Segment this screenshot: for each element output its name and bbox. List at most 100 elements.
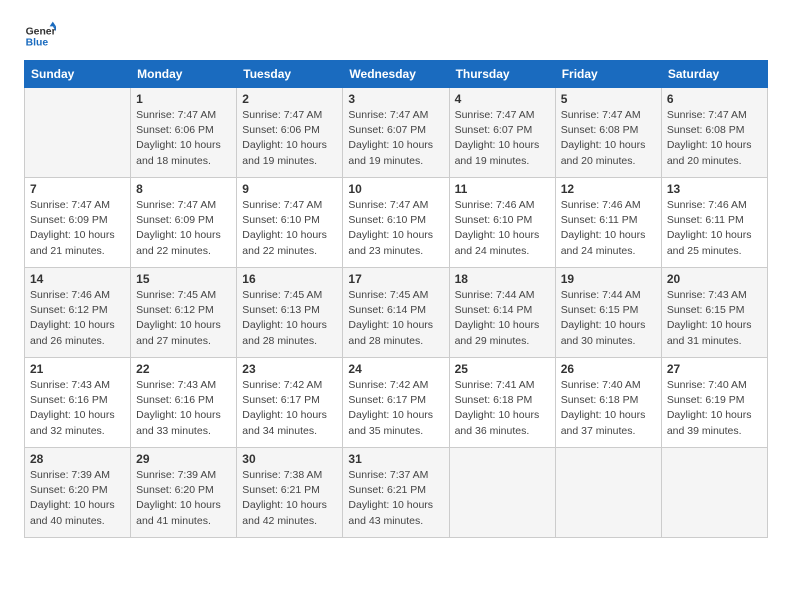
- day-info: Sunrise: 7:42 AM Sunset: 6:17 PM Dayligh…: [348, 378, 443, 439]
- day-info: Sunrise: 7:45 AM Sunset: 6:12 PM Dayligh…: [136, 288, 231, 349]
- day-number: 15: [136, 272, 231, 286]
- day-number: 22: [136, 362, 231, 376]
- day-number: 1: [136, 92, 231, 106]
- calendar-day-cell: 31 Sunrise: 7:37 AM Sunset: 6:21 PM Dayli…: [343, 448, 449, 538]
- calendar-day-cell: 19 Sunrise: 7:44 AM Sunset: 6:15 PM Dayli…: [555, 268, 661, 358]
- day-number: 18: [455, 272, 550, 286]
- day-info: Sunrise: 7:39 AM Sunset: 6:20 PM Dayligh…: [30, 468, 125, 529]
- day-info: Sunrise: 7:46 AM Sunset: 6:10 PM Dayligh…: [455, 198, 550, 259]
- calendar-day-cell: 1 Sunrise: 7:47 AM Sunset: 6:06 PM Daylig…: [131, 88, 237, 178]
- calendar-day-cell: 27Sunrise: 7:40 AM Sunset: 6:19 PM Dayli…: [661, 358, 767, 448]
- day-info: Sunrise: 7:47 AM Sunset: 6:08 PM Dayligh…: [561, 108, 656, 169]
- day-info: Sunrise: 7:47 AM Sunset: 6:06 PM Dayligh…: [242, 108, 337, 169]
- day-number: 24: [348, 362, 443, 376]
- calendar-day-cell: 5 Sunrise: 7:47 AM Sunset: 6:08 PM Daylig…: [555, 88, 661, 178]
- day-info: Sunrise: 7:44 AM Sunset: 6:15 PM Dayligh…: [561, 288, 656, 349]
- day-number: 12: [561, 182, 656, 196]
- calendar-day-cell: 15 Sunrise: 7:45 AM Sunset: 6:12 PM Dayli…: [131, 268, 237, 358]
- day-info: Sunrise: 7:42 AM Sunset: 6:17 PM Dayligh…: [242, 378, 337, 439]
- day-of-week-header: Saturday: [661, 61, 767, 88]
- day-of-week-header: Monday: [131, 61, 237, 88]
- calendar-day-cell: 29Sunrise: 7:39 AM Sunset: 6:20 PM Dayli…: [131, 448, 237, 538]
- calendar-day-cell: 6 Sunrise: 7:47 AM Sunset: 6:08 PM Daylig…: [661, 88, 767, 178]
- calendar-week-row: 7 Sunrise: 7:47 AM Sunset: 6:09 PM Daylig…: [25, 178, 768, 268]
- svg-text:Blue: Blue: [26, 38, 49, 49]
- day-of-week-header: Tuesday: [237, 61, 343, 88]
- calendar-day-cell: 24 Sunrise: 7:42 AM Sunset: 6:17 PM Dayli…: [343, 358, 449, 448]
- calendar-day-cell: 16 Sunrise: 7:45 AM Sunset: 6:13 PM Dayli…: [237, 268, 343, 358]
- day-number: 14: [30, 272, 125, 286]
- day-info: Sunrise: 7:37 AM Sunset: 6:21 PM Dayligh…: [348, 468, 443, 529]
- calendar-day-cell: 21 Sunrise: 7:43 AM Sunset: 6:16 PM Dayli…: [25, 358, 131, 448]
- day-number: 2: [242, 92, 337, 106]
- calendar-day-cell: 4 Sunrise: 7:47 AM Sunset: 6:07 PM Daylig…: [449, 88, 555, 178]
- day-number: 20: [667, 272, 762, 286]
- calendar-day-cell: 22 Sunrise: 7:43 AM Sunset: 6:16 PM Dayli…: [131, 358, 237, 448]
- day-info: Sunrise: 7:45 AM Sunset: 6:13 PM Dayligh…: [242, 288, 337, 349]
- day-of-week-header: Thursday: [449, 61, 555, 88]
- calendar-day-cell: 8 Sunrise: 7:47 AM Sunset: 6:09 PM Daylig…: [131, 178, 237, 268]
- day-info: Sunrise: 7:47 AM Sunset: 6:07 PM Dayligh…: [455, 108, 550, 169]
- day-number: 11: [455, 182, 550, 196]
- day-info: Sunrise: 7:47 AM Sunset: 6:10 PM Dayligh…: [242, 198, 337, 259]
- calendar-week-row: 14Sunrise: 7:46 AM Sunset: 6:12 PM Dayli…: [25, 268, 768, 358]
- day-of-week-header: Wednesday: [343, 61, 449, 88]
- day-info: Sunrise: 7:47 AM Sunset: 6:09 PM Dayligh…: [30, 198, 125, 259]
- day-info: Sunrise: 7:47 AM Sunset: 6:07 PM Dayligh…: [348, 108, 443, 169]
- day-info: Sunrise: 7:47 AM Sunset: 6:06 PM Dayligh…: [136, 108, 231, 169]
- calendar-day-cell: 7 Sunrise: 7:47 AM Sunset: 6:09 PM Daylig…: [25, 178, 131, 268]
- calendar-day-cell: 25Sunrise: 7:41 AM Sunset: 6:18 PM Dayli…: [449, 358, 555, 448]
- day-of-week-header: Friday: [555, 61, 661, 88]
- day-info: Sunrise: 7:43 AM Sunset: 6:16 PM Dayligh…: [136, 378, 231, 439]
- calendar-day-cell: 17Sunrise: 7:45 AM Sunset: 6:14 PM Dayli…: [343, 268, 449, 358]
- calendar-day-cell: 26 Sunrise: 7:40 AM Sunset: 6:18 PM Dayli…: [555, 358, 661, 448]
- calendar-day-cell: 2 Sunrise: 7:47 AM Sunset: 6:06 PM Daylig…: [237, 88, 343, 178]
- day-info: Sunrise: 7:47 AM Sunset: 6:08 PM Dayligh…: [667, 108, 762, 169]
- day-info: Sunrise: 7:47 AM Sunset: 6:09 PM Dayligh…: [136, 198, 231, 259]
- calendar-week-row: 28 Sunrise: 7:39 AM Sunset: 6:20 PM Dayli…: [25, 448, 768, 538]
- calendar-header-row: SundayMondayTuesdayWednesdayThursdayFrid…: [25, 61, 768, 88]
- day-number: 21: [30, 362, 125, 376]
- day-number: 10: [348, 182, 443, 196]
- day-of-week-header: Sunday: [25, 61, 131, 88]
- day-info: Sunrise: 7:44 AM Sunset: 6:14 PM Dayligh…: [455, 288, 550, 349]
- day-number: 31: [348, 452, 443, 466]
- calendar-table: SundayMondayTuesdayWednesdayThursdayFrid…: [24, 60, 768, 538]
- day-number: 28: [30, 452, 125, 466]
- calendar-day-cell: [661, 448, 767, 538]
- calendar-day-cell: 11 Sunrise: 7:46 AM Sunset: 6:10 PM Dayli…: [449, 178, 555, 268]
- day-number: 23: [242, 362, 337, 376]
- day-number: 26: [561, 362, 656, 376]
- day-info: Sunrise: 7:40 AM Sunset: 6:18 PM Dayligh…: [561, 378, 656, 439]
- day-number: 19: [561, 272, 656, 286]
- logo: General Blue: [24, 20, 60, 52]
- day-info: Sunrise: 7:43 AM Sunset: 6:16 PM Dayligh…: [30, 378, 125, 439]
- calendar-day-cell: 14Sunrise: 7:46 AM Sunset: 6:12 PM Dayli…: [25, 268, 131, 358]
- day-info: Sunrise: 7:38 AM Sunset: 6:21 PM Dayligh…: [242, 468, 337, 529]
- calendar-day-cell: 28 Sunrise: 7:39 AM Sunset: 6:20 PM Dayli…: [25, 448, 131, 538]
- day-number: 5: [561, 92, 656, 106]
- day-number: 7: [30, 182, 125, 196]
- calendar-day-cell: [25, 88, 131, 178]
- calendar-day-cell: 18 Sunrise: 7:44 AM Sunset: 6:14 PM Dayli…: [449, 268, 555, 358]
- day-info: Sunrise: 7:43 AM Sunset: 6:15 PM Dayligh…: [667, 288, 762, 349]
- day-number: 6: [667, 92, 762, 106]
- day-number: 29: [136, 452, 231, 466]
- day-number: 16: [242, 272, 337, 286]
- calendar-week-row: 1 Sunrise: 7:47 AM Sunset: 6:06 PM Daylig…: [25, 88, 768, 178]
- calendar-day-cell: 23 Sunrise: 7:42 AM Sunset: 6:17 PM Dayli…: [237, 358, 343, 448]
- day-info: Sunrise: 7:40 AM Sunset: 6:19 PM Dayligh…: [667, 378, 762, 439]
- day-number: 17: [348, 272, 443, 286]
- svg-text:General: General: [26, 26, 56, 37]
- calendar-week-row: 21 Sunrise: 7:43 AM Sunset: 6:16 PM Dayli…: [25, 358, 768, 448]
- day-number: 8: [136, 182, 231, 196]
- day-number: 13: [667, 182, 762, 196]
- calendar-day-cell: 12Sunrise: 7:46 AM Sunset: 6:11 PM Dayli…: [555, 178, 661, 268]
- day-number: 3: [348, 92, 443, 106]
- day-number: 4: [455, 92, 550, 106]
- calendar-day-cell: [555, 448, 661, 538]
- day-info: Sunrise: 7:46 AM Sunset: 6:11 PM Dayligh…: [667, 198, 762, 259]
- calendar-day-cell: 9Sunrise: 7:47 AM Sunset: 6:10 PM Daylig…: [237, 178, 343, 268]
- calendar-day-cell: 30Sunrise: 7:38 AM Sunset: 6:21 PM Dayli…: [237, 448, 343, 538]
- calendar-body: 1 Sunrise: 7:47 AM Sunset: 6:06 PM Daylig…: [25, 88, 768, 538]
